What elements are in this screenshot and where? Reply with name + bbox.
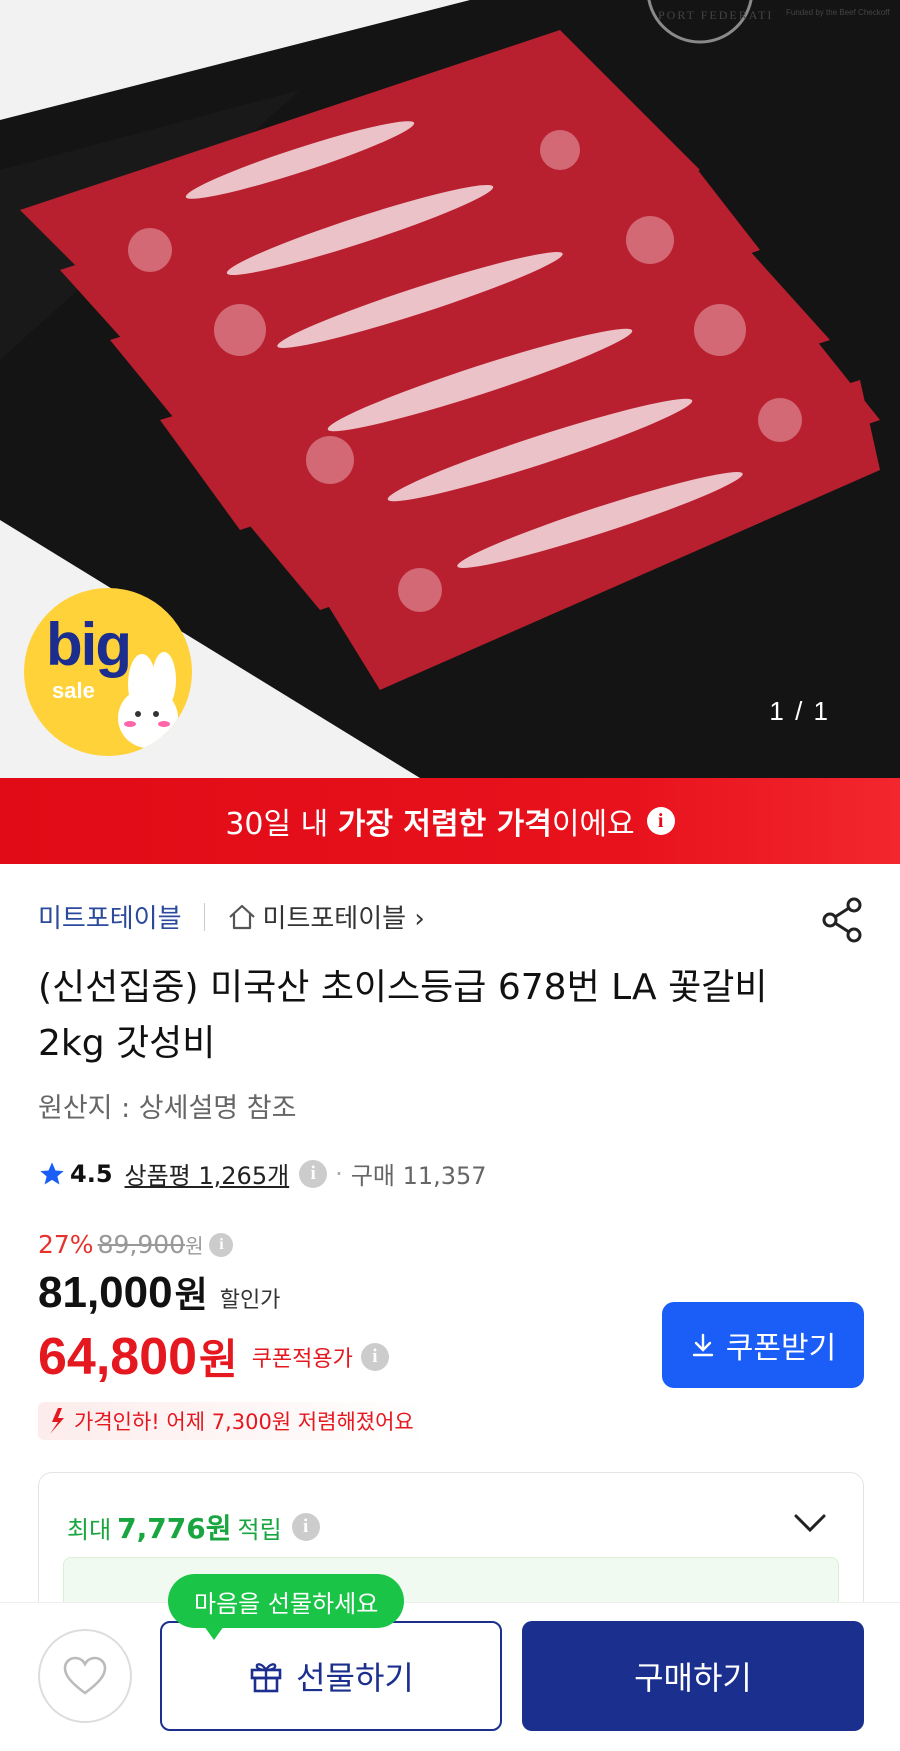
arrow-down-icon [50,1408,64,1434]
bottom-action-bar: 선물하기 구매하기 [0,1602,900,1751]
banner-suffix: 이에요 [551,807,635,842]
coupon-price: 64,800 [38,1327,198,1386]
badge-sale-text: sale [52,678,95,703]
get-coupon-label: 쿠폰받기 [725,1331,837,1366]
info-icon[interactable]: i [209,1232,234,1257]
store-link[interactable]: 미트포테이블 › [227,898,425,935]
buy-button[interactable]: 구매하기 [522,1621,864,1731]
buy-button-label: 구매하기 [634,1659,752,1697]
store-link-label: 미트포테이블 › [262,904,425,934]
seller-link[interactable]: 미트포테이블 [38,898,182,935]
share-icon[interactable] [820,896,866,944]
points-label: 최대 7,776원 적립 i [67,1507,320,1547]
price-drop-text: 가격인하! 어제 7,300원 저렴해졌어요 [74,1410,414,1434]
banner-prefix: 30일 내 [225,807,338,842]
watermark-text: PORT FEDERATI [658,8,774,22]
original-price-row: 27% 89,900 원 i [38,1230,234,1259]
discount-percent: 27% [38,1230,94,1259]
sale-price: 81,000 [38,1268,173,1317]
star-icon [40,1161,64,1184]
points-amount: 7,776원 [117,1512,232,1545]
divider [203,902,205,931]
original-price: 89,900 [97,1230,186,1259]
product-title: (신선집중) 미국산 초이스등급 678번 LA 꽃갈비 2kg 갓성비 [38,967,768,1064]
rating-score: 4.5 [70,1159,113,1188]
coupon-price-unit: 원 [199,1335,238,1384]
coupon-price-label: 쿠폰적용가 [251,1346,353,1372]
review-count-link[interactable]: 상품평 1,265개 [125,1156,290,1191]
chevron-down-icon[interactable] [793,1513,827,1533]
product-image[interactable]: PORT FEDERATI Funded by the Beef Checkof… [0,0,900,778]
dot-separator: · [335,1159,343,1188]
get-coupon-button[interactable]: 쿠폰받기 [662,1302,864,1388]
gift-button-label: 선물하기 [296,1659,414,1697]
badge-big-text: big [46,611,132,678]
gift-tooltip: 마음을 선물하세요 [168,1574,405,1640]
sale-price-unit: 원 [174,1275,208,1316]
seller-row: 미트포테이블 미트포테이블 › [38,898,425,935]
image-pager: 1 / 1 [769,696,830,726]
sale-price-row: 81,000 원 할인가 [38,1266,280,1318]
banner-strong: 가장 저렴한 가격 [337,807,552,842]
download-icon [692,1333,713,1357]
rating-row: 4.5 상품평 1,265개 i · 구매 11,357 [38,1156,487,1191]
product-origin: 원산지 : 상세설명 참조 [38,1093,297,1124]
wishlist-button[interactable] [38,1629,132,1723]
big-sale-badge: big sale [24,588,192,756]
sale-price-label: 할인가 [219,1288,281,1313]
watermark-text: Funded by the Beef Checkoff [786,8,890,17]
purchase-count: 구매 11,357 [350,1162,487,1190]
points-suffix: 적립 [237,1515,282,1544]
coupon-price-row: 64,800 원 쿠폰적용가 i [38,1326,389,1387]
info-icon[interactable]: i [646,807,675,835]
info-icon[interactable]: i [299,1159,328,1188]
info-icon[interactable]: i [360,1342,389,1371]
lowest-price-banner[interactable]: 30일 내 가장 저렴한 가격 이에요 i [0,778,900,864]
home-icon [228,904,255,929]
original-price-unit: 원 [185,1234,204,1258]
heart-icon [63,1656,107,1695]
gift-icon [250,1663,282,1693]
price-drop-notice: 가격인하! 어제 7,300원 저렴해졌어요 [38,1402,428,1440]
points-prefix: 최대 [67,1515,112,1544]
info-icon[interactable]: i [291,1513,320,1541]
